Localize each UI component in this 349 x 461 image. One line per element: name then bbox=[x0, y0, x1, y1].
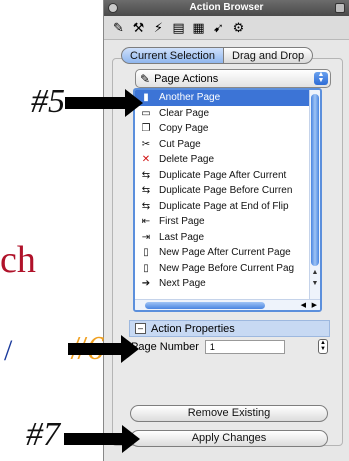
arrow-icon[interactable]: ➹ bbox=[210, 19, 227, 36]
actions-popup[interactable]: ✎ Page Actions ▲ ▼ bbox=[135, 69, 331, 88]
page-number-field[interactable]: 1 bbox=[204, 340, 285, 354]
tab-bar: Current Selection Drag and Drop bbox=[121, 47, 314, 64]
duplicate-icon: ⇆ bbox=[141, 185, 151, 197]
scroll-thumb[interactable] bbox=[145, 302, 265, 309]
callout-label-7: #7 bbox=[26, 416, 60, 453]
list-item[interactable]: ⇤ First Page bbox=[135, 214, 320, 230]
chevron-updown-icon: ▲ ▼ bbox=[314, 71, 328, 85]
tab-current-selection[interactable]: Current Selection bbox=[121, 47, 224, 64]
list-item[interactable]: ⇆ Duplicate Page at End of Flip bbox=[135, 199, 320, 215]
callout-label-5: #5 bbox=[31, 83, 65, 120]
list-item-label: New Page After Current Page bbox=[159, 247, 291, 259]
collapse-window-icon[interactable] bbox=[335, 3, 345, 13]
action-list-rows: ▮ Another Page ▭ Clear Page ❐ Copy Page ✂ Cut P… bbox=[135, 90, 320, 292]
callout-arrow-icon bbox=[65, 89, 143, 117]
scroll-right-icon[interactable]: ▶ bbox=[312, 301, 317, 309]
page-icon[interactable]: ▤ bbox=[170, 19, 187, 36]
list-item[interactable]: ❐ Copy Page bbox=[135, 121, 320, 137]
toolbar: ✎ ⚒ ⚡ ▤ ▦ ➹ ⚙ bbox=[104, 16, 349, 40]
apply-changes-button[interactable]: Apply Changes bbox=[130, 430, 328, 447]
page-number-stepper[interactable]: ▲ ▼ bbox=[318, 339, 328, 354]
delete-icon: ✕ bbox=[141, 154, 151, 166]
pencil-icon: ✎ bbox=[140, 71, 151, 86]
actions-popup-value: Page Actions bbox=[154, 72, 219, 85]
list-item-label: Last Page bbox=[159, 231, 205, 243]
duplicate-icon: ⇆ bbox=[141, 200, 151, 212]
background-slide-text: / bbox=[4, 334, 13, 367]
list-item-label: New Page Before Current Pag bbox=[159, 262, 295, 274]
action-properties-panel: – Action Properties Page Number 1 ▲ ▼ bbox=[129, 320, 330, 357]
collapse-icon[interactable]: – bbox=[135, 323, 146, 334]
scroll-down-icon[interactable]: ▼ bbox=[310, 279, 320, 289]
duplicate-icon: ⇆ bbox=[141, 169, 151, 181]
scissors-icon: ✂ bbox=[141, 138, 151, 150]
window-title: Action Browser bbox=[189, 2, 264, 13]
tab-drag-and-drop[interactable]: Drag and Drop bbox=[224, 47, 314, 64]
new-page-icon: ▯ bbox=[143, 247, 149, 259]
list-item[interactable]: ➔ Next Page bbox=[135, 276, 320, 292]
vertical-scrollbar[interactable]: ▲ ▼ bbox=[309, 90, 320, 310]
list-item-label: Another Page bbox=[159, 92, 221, 104]
list-item-label: Cut Page bbox=[159, 138, 201, 150]
list-item-label: Duplicate Page Before Curren bbox=[159, 185, 293, 197]
background-slide-text: ch bbox=[0, 239, 36, 281]
list-item-label: Clear Page bbox=[159, 107, 210, 119]
scroll-thumb[interactable] bbox=[311, 94, 319, 266]
page-number-row: Page Number 1 bbox=[129, 337, 330, 357]
title-bar: Action Browser bbox=[104, 0, 349, 16]
last-page-icon: ⇥ bbox=[141, 231, 151, 243]
scroll-up-icon[interactable]: ▲ bbox=[310, 268, 320, 278]
list-item[interactable]: ⇆ Duplicate Page Before Curren bbox=[135, 183, 320, 199]
list-item-label: Duplicate Page After Current bbox=[159, 169, 287, 181]
next-page-icon: ➔ bbox=[141, 278, 151, 290]
list-item[interactable]: ⇆ Duplicate Page After Current bbox=[135, 168, 320, 184]
list-item-label: Duplicate Page at End of Flip bbox=[159, 200, 289, 212]
close-icon[interactable] bbox=[108, 3, 118, 13]
list-item[interactable]: ▯ New Page After Current Page bbox=[135, 245, 320, 261]
action-icon[interactable]: ⚡ bbox=[150, 19, 167, 36]
gear-icon[interactable]: ⚙ bbox=[230, 19, 247, 36]
page-number-label: Page Number bbox=[131, 341, 199, 353]
first-page-icon: ⇤ bbox=[141, 216, 151, 228]
list-item-label: Copy Page bbox=[159, 123, 209, 135]
list-item[interactable]: ▮ Another Page bbox=[135, 90, 320, 106]
list-item[interactable]: ▯ New Page Before Current Pag bbox=[135, 261, 320, 277]
action-browser-palette: Action Browser ✎ ⚒ ⚡ ▤ ▦ ➹ ⚙ Current Sel… bbox=[103, 0, 349, 461]
callout-arrow-icon bbox=[68, 335, 139, 363]
pencil-icon[interactable]: ✎ bbox=[110, 19, 127, 36]
list-item[interactable]: ✂ Cut Page bbox=[135, 137, 320, 153]
list-item-label: Delete Page bbox=[159, 154, 215, 166]
action-properties-title: Action Properties bbox=[151, 322, 235, 335]
action-properties-header[interactable]: – Action Properties bbox=[129, 320, 330, 337]
tool-icon[interactable]: ⚒ bbox=[130, 19, 147, 36]
remove-existing-button[interactable]: Remove Existing bbox=[130, 405, 328, 422]
grid-icon[interactable]: ▦ bbox=[190, 19, 207, 36]
scroll-left-icon[interactable]: ◀ bbox=[301, 301, 306, 309]
copy-icon: ❐ bbox=[141, 123, 151, 135]
list-item-label: Next Page bbox=[159, 278, 206, 290]
callout-arrow-icon bbox=[64, 425, 140, 453]
list-item[interactable]: ▭ Clear Page bbox=[135, 106, 320, 122]
list-item[interactable]: ✕ Delete Page bbox=[135, 152, 320, 168]
action-list[interactable]: ▮ Another Page ▭ Clear Page ❐ Copy Page ✂ Cut P… bbox=[133, 88, 322, 312]
list-item[interactable]: ⇥ Last Page bbox=[135, 230, 320, 246]
new-page-icon: ▯ bbox=[143, 262, 149, 274]
horizontal-scrollbar[interactable]: ◀ ▶ bbox=[135, 299, 320, 310]
list-item-label: First Page bbox=[159, 216, 205, 228]
